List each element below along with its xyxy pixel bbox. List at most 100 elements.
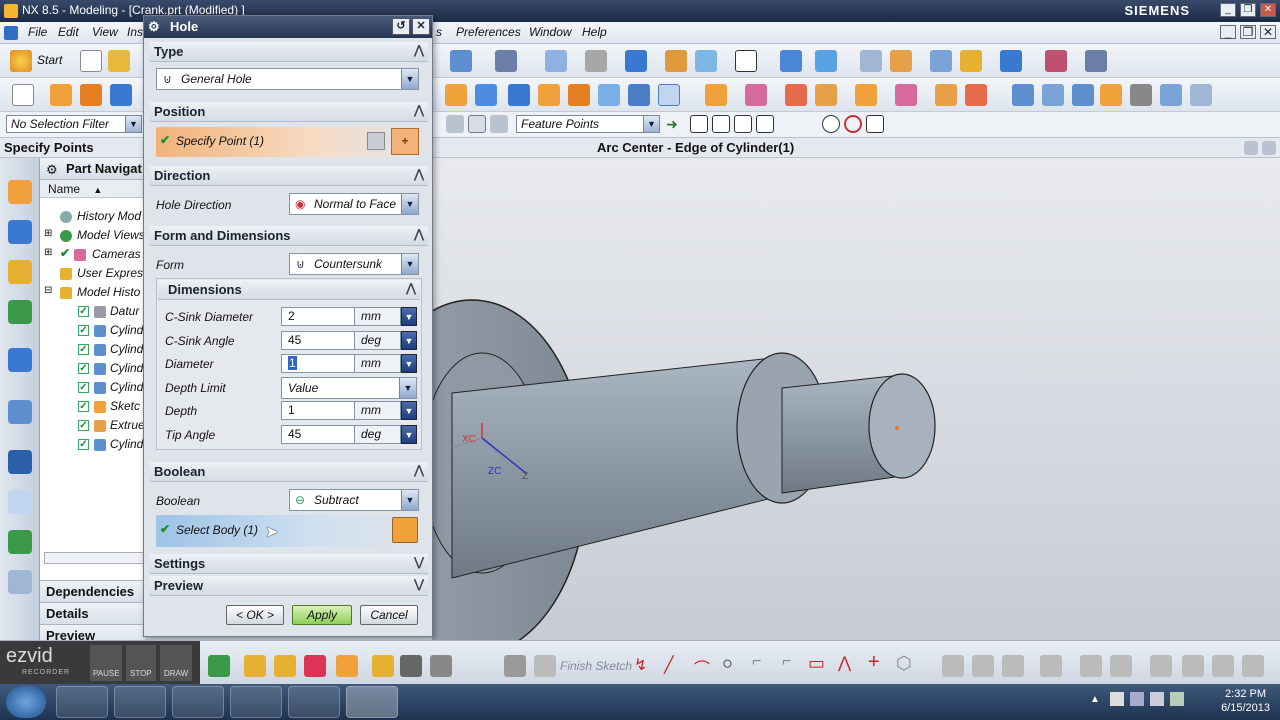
reattach-icon[interactable]	[1182, 655, 1204, 677]
hole-type-select[interactable]: ⊍ General Hole ▼	[156, 68, 419, 90]
snap-point-on-curve-icon[interactable]	[866, 115, 884, 133]
shell-icon[interactable]	[598, 84, 620, 106]
snap-bounded-icon[interactable]	[910, 115, 928, 133]
system-materials-icon[interactable]	[8, 490, 32, 514]
start-icon[interactable]	[10, 50, 32, 72]
ok-button[interactable]: < OK >	[226, 605, 284, 625]
patch-icon[interactable]	[965, 84, 987, 106]
orient-icon[interactable]	[495, 50, 517, 72]
preview-section-header[interactable]: Preview ⋁	[150, 576, 428, 596]
selection-filter-select[interactable]: No Selection Filter ▼	[6, 115, 142, 133]
web-browser-icon[interactable]	[8, 400, 32, 424]
alternate-solution-icon[interactable]	[1212, 655, 1234, 677]
extrude-icon[interactable]	[50, 84, 72, 106]
history-icon[interactable]	[8, 450, 32, 474]
draw-button[interactable]: DRAW	[160, 645, 192, 681]
mirror-icon[interactable]	[658, 84, 680, 106]
offset-face-icon[interactable]	[855, 84, 877, 106]
play-icon[interactable]: ➜	[666, 116, 678, 133]
horizontal-scrollbar[interactable]	[44, 552, 144, 564]
visibility-checkbox[interactable]: ✓	[78, 382, 89, 393]
pattern-icon[interactable]	[705, 84, 727, 106]
csink-diameter-menu-icon[interactable]: ▼	[401, 307, 417, 326]
sketch-feature-icon[interactable]	[208, 655, 230, 677]
snap-on-surface-icon[interactable]	[888, 115, 906, 133]
sew-icon[interactable]	[935, 84, 957, 106]
select-body-row[interactable]: ✔ Select Body (1)	[156, 515, 421, 547]
assembly-navigator-icon[interactable]	[8, 180, 32, 204]
tray-power-icon[interactable]	[1170, 692, 1184, 706]
snap-control-icon[interactable]	[756, 115, 774, 133]
explorer-taskbar-icon[interactable]	[56, 686, 108, 718]
hole-dialog-title-bar[interactable]: ⚙ Hole ↺ ✕	[144, 16, 432, 38]
skype-taskbar-icon[interactable]	[288, 686, 340, 718]
quick-extend-icon[interactable]	[972, 655, 994, 677]
restore-icon[interactable]: ❐	[1240, 3, 1256, 17]
expand-icon[interactable]: ⊞	[44, 247, 52, 258]
render-style-icon[interactable]	[585, 50, 607, 72]
fit-icon[interactable]	[545, 50, 567, 72]
new-icon[interactable]	[80, 50, 102, 72]
chamfer-curve-icon[interactable]: ⌐	[782, 653, 791, 671]
snap-midpoint-icon[interactable]	[734, 115, 752, 133]
fillet-icon[interactable]: ⌐	[752, 653, 761, 671]
spline-icon[interactable]: ⬡	[896, 653, 912, 674]
specify-point-row[interactable]: ✔ Specify Point (1) +	[156, 127, 421, 157]
sketch-task-icon[interactable]	[504, 655, 526, 677]
polygon-icon[interactable]: ⋀	[838, 653, 851, 673]
dependencies-panel[interactable]: Dependencies	[40, 580, 145, 602]
trim-body-icon[interactable]	[628, 84, 650, 106]
circle-icon[interactable]: ○	[722, 653, 733, 674]
graphics-window[interactable]: XC ZC Z	[432, 158, 1280, 640]
visibility-checkbox[interactable]: ✓	[78, 420, 89, 431]
window-frame-icon[interactable]	[735, 50, 757, 72]
doc-minimize-icon[interactable]: _	[1220, 25, 1236, 39]
move-icon[interactable]	[780, 50, 802, 72]
ruler-icon[interactable]	[1085, 50, 1107, 72]
visibility-checkbox[interactable]: ✓	[78, 344, 89, 355]
rotate-icon[interactable]	[815, 50, 837, 72]
visibility-checkbox[interactable]: ✓	[78, 363, 89, 374]
depth-input[interactable]: 1	[281, 401, 355, 420]
boolean-section-header[interactable]: Boolean ⋀	[150, 462, 428, 482]
csink-angle-menu-icon[interactable]: ▼	[401, 331, 417, 350]
select-all-icon[interactable]	[468, 115, 486, 133]
menu-file[interactable]: File	[28, 25, 47, 39]
diameter-unit[interactable]: mm	[355, 354, 401, 373]
direction-section-header[interactable]: Direction ⋀	[150, 166, 428, 186]
variational-sweep-icon[interactable]	[1130, 84, 1152, 106]
constraint-navigator-icon[interactable]	[8, 220, 32, 244]
offset-curve-icon[interactable]	[430, 655, 452, 677]
tray-volume-icon[interactable]	[1150, 692, 1164, 706]
visibility-checkbox[interactable]: ✓	[78, 401, 89, 412]
reset-icon[interactable]: ↺	[392, 18, 410, 35]
diameter-input[interactable]: 1	[281, 354, 355, 373]
wcs-icon[interactable]	[695, 50, 717, 72]
system-clock[interactable]: 2:32 PM 6/15/2013	[1221, 687, 1270, 715]
filter-icon[interactable]	[446, 115, 464, 133]
tray-up-icon[interactable]: ▲	[1090, 694, 1100, 705]
open-icon[interactable]	[108, 50, 130, 72]
visibility-checkbox[interactable]: ✓	[78, 439, 89, 450]
stop-button[interactable]: STOP	[126, 645, 156, 681]
hole-icon[interactable]	[445, 84, 467, 106]
mesh-icon[interactable]	[1042, 84, 1064, 106]
menu-insert[interactable]: Ins	[127, 25, 143, 39]
doc-restore-icon[interactable]: ❐	[1240, 25, 1256, 39]
point-plus-icon[interactable]: +	[868, 651, 880, 674]
hole-direction-select[interactable]: ◉ Normal to Face ▼	[289, 193, 419, 215]
chrome-taskbar-icon[interactable]	[114, 686, 166, 718]
model-view[interactable]: XC ZC Z	[432, 158, 1280, 640]
menu-window[interactable]: Window	[529, 25, 572, 39]
point-dialog-icon[interactable]: +	[391, 128, 419, 155]
outlook-taskbar-icon[interactable]	[172, 686, 224, 718]
shaded-icon[interactable]	[625, 50, 647, 72]
surface-icon[interactable]	[1012, 84, 1034, 106]
point-icon[interactable]	[336, 655, 358, 677]
reuse-library-icon[interactable]	[8, 300, 32, 324]
snap-view-icon[interactable]	[450, 50, 472, 72]
boolean-select[interactable]: ⊖ Subtract ▼	[289, 489, 419, 511]
windows-start-icon[interactable]	[6, 686, 46, 718]
details-panel[interactable]: Details	[40, 602, 145, 624]
scale-icon[interactable]	[895, 84, 917, 106]
